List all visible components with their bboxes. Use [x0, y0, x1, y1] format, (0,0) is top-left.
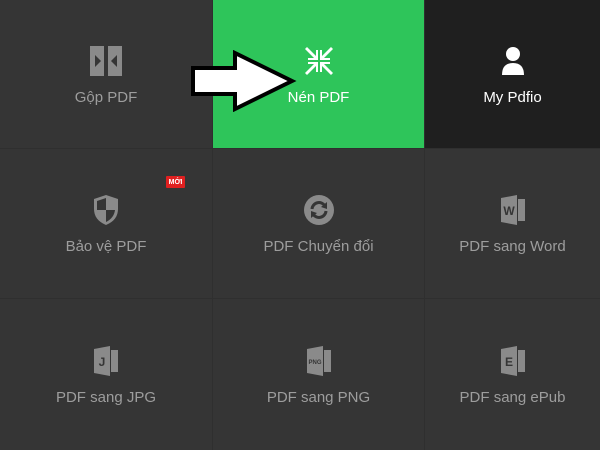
svg-text:PNG: PNG [308, 360, 321, 366]
jpg-file-icon: J [88, 343, 124, 379]
tile-compress-label: Nén PDF [287, 88, 350, 106]
svg-text:W: W [503, 204, 515, 218]
tile-my-pdfio[interactable]: My Pdfio [425, 0, 600, 148]
tile-merge-label: Gộp PDF [74, 88, 138, 106]
tile-compress-pdf[interactable]: Nén PDF [213, 0, 424, 148]
svg-text:J: J [99, 355, 106, 369]
word-file-icon: W [495, 192, 531, 228]
tile-png-label: PDF sang PNG [266, 389, 371, 406]
tile-pdf-to-epub[interactable]: E PDF sang ePub [425, 299, 600, 450]
svg-text:E: E [504, 355, 512, 369]
tile-account-label: My Pdfio [483, 88, 542, 106]
shield-icon [88, 192, 124, 228]
tile-pdf-to-jpg[interactable]: J PDF sang JPG [0, 299, 212, 450]
new-badge: MỚI [166, 176, 185, 188]
tile-word-label: PDF sang Word [459, 238, 566, 255]
user-icon [495, 43, 531, 79]
epub-file-icon: E [495, 343, 531, 379]
tile-protect-label: Bảo vệ PDF [65, 238, 147, 255]
tile-pdf-to-png[interactable]: PNG PDF sang PNG [213, 299, 424, 450]
tile-merge-pdf[interactable]: Gộp PDF [0, 0, 212, 148]
tile-convert-label: PDF Chuyển đổi [263, 238, 374, 255]
tile-protect-pdf[interactable]: Bảo vệ PDF [0, 149, 212, 298]
tile-jpg-label: PDF sang JPG [55, 389, 157, 406]
tile-pdf-to-word[interactable]: W PDF sang Word [425, 149, 600, 298]
tile-epub-label: PDF sang ePub [459, 389, 566, 406]
tile-convert-pdf[interactable]: PDF Chuyển đổi [213, 149, 424, 298]
merge-icon [88, 43, 124, 79]
compress-icon [301, 43, 337, 79]
png-file-icon: PNG [301, 343, 337, 379]
tool-grid: Gộp PDF Nén PDF My Pdfio Bảo vệ PDF MỚI … [0, 0, 600, 450]
convert-icon [301, 192, 337, 228]
